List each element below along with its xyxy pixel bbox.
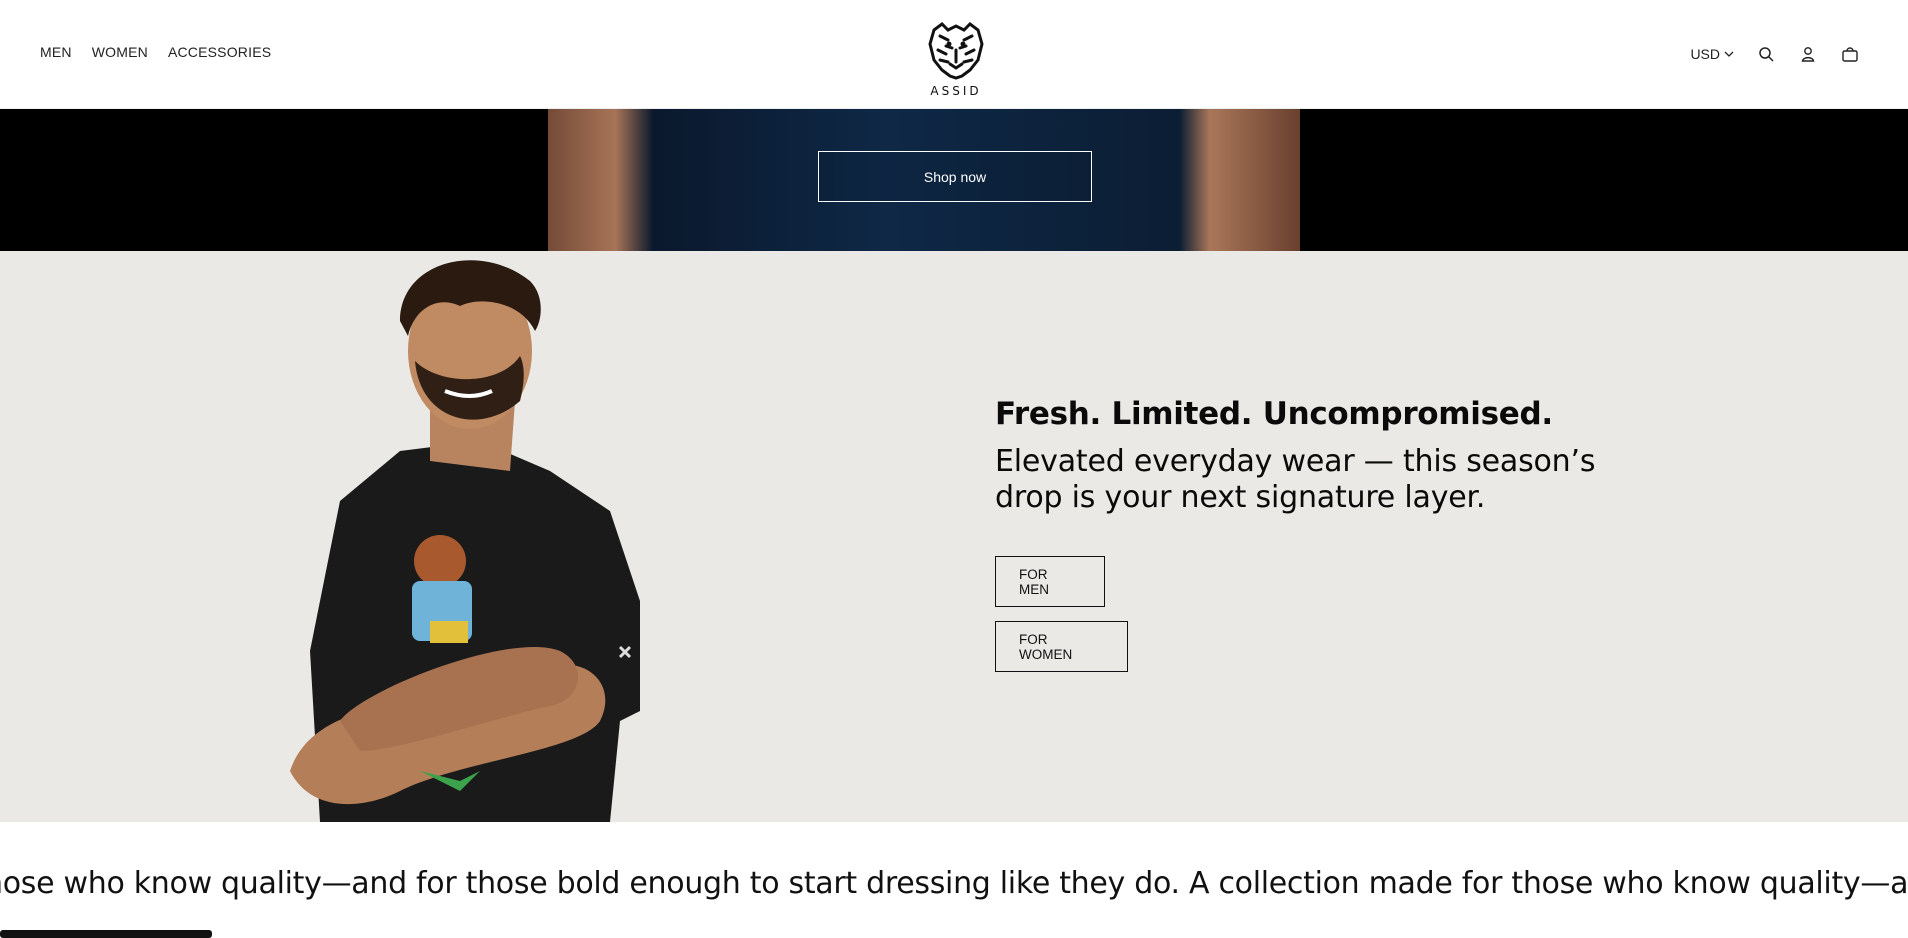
cart-button[interactable] — [1840, 44, 1860, 64]
chevron-down-icon — [1724, 51, 1734, 57]
hero-banner: Shop now — [0, 109, 1908, 251]
shop-now-button[interactable]: Shop now — [818, 151, 1092, 202]
promo-section: Fresh. Limited. Uncompromised. Elevated … — [0, 251, 1908, 822]
model-image — [290, 260, 640, 822]
account-button[interactable] — [1798, 44, 1818, 64]
search-icon — [1759, 47, 1774, 62]
main-nav: MEN WOMEN ACCESSORIES — [40, 44, 271, 60]
scroll-indicator — [0, 930, 212, 938]
site-header: MEN WOMEN ACCESSORIES ASSID USD — [0, 0, 1908, 109]
marquee-text: hose who know quality—and for those bold… — [0, 866, 1908, 901]
nav-link-men[interactable]: MEN — [40, 44, 72, 60]
nav-link-accessories[interactable]: ACCESSORIES — [168, 44, 271, 60]
for-women-button[interactable]: FOR WOMEN — [995, 621, 1128, 672]
promo-subtitle-line-2: drop is your next signature layer. — [995, 480, 1486, 515]
currency-selector[interactable]: USD — [1690, 46, 1734, 62]
cart-icon — [1842, 47, 1858, 62]
promo-subtitle-line-1: Elevated everyday wear — this season’s — [995, 444, 1596, 479]
header-actions: USD — [1690, 44, 1860, 64]
marquee-banner: hose who know quality—and for those bold… — [0, 866, 1908, 906]
currency-label: USD — [1690, 46, 1720, 62]
for-men-button[interactable]: FOR MEN — [995, 556, 1105, 607]
promo-title: Fresh. Limited. Uncompromised. — [995, 396, 1553, 432]
promo-copy: Fresh. Limited. Uncompromised. Elevated … — [995, 396, 1635, 516]
search-button[interactable] — [1756, 44, 1776, 64]
promo-subtitle: Elevated everyday wear — this season’s d… — [995, 444, 1635, 516]
nav-link-women[interactable]: WOMEN — [92, 44, 148, 60]
brand-name: ASSID — [930, 84, 982, 98]
brand-logo[interactable]: ASSID — [925, 20, 987, 98]
tiger-logo-icon — [928, 22, 984, 80]
account-icon — [1801, 47, 1815, 62]
